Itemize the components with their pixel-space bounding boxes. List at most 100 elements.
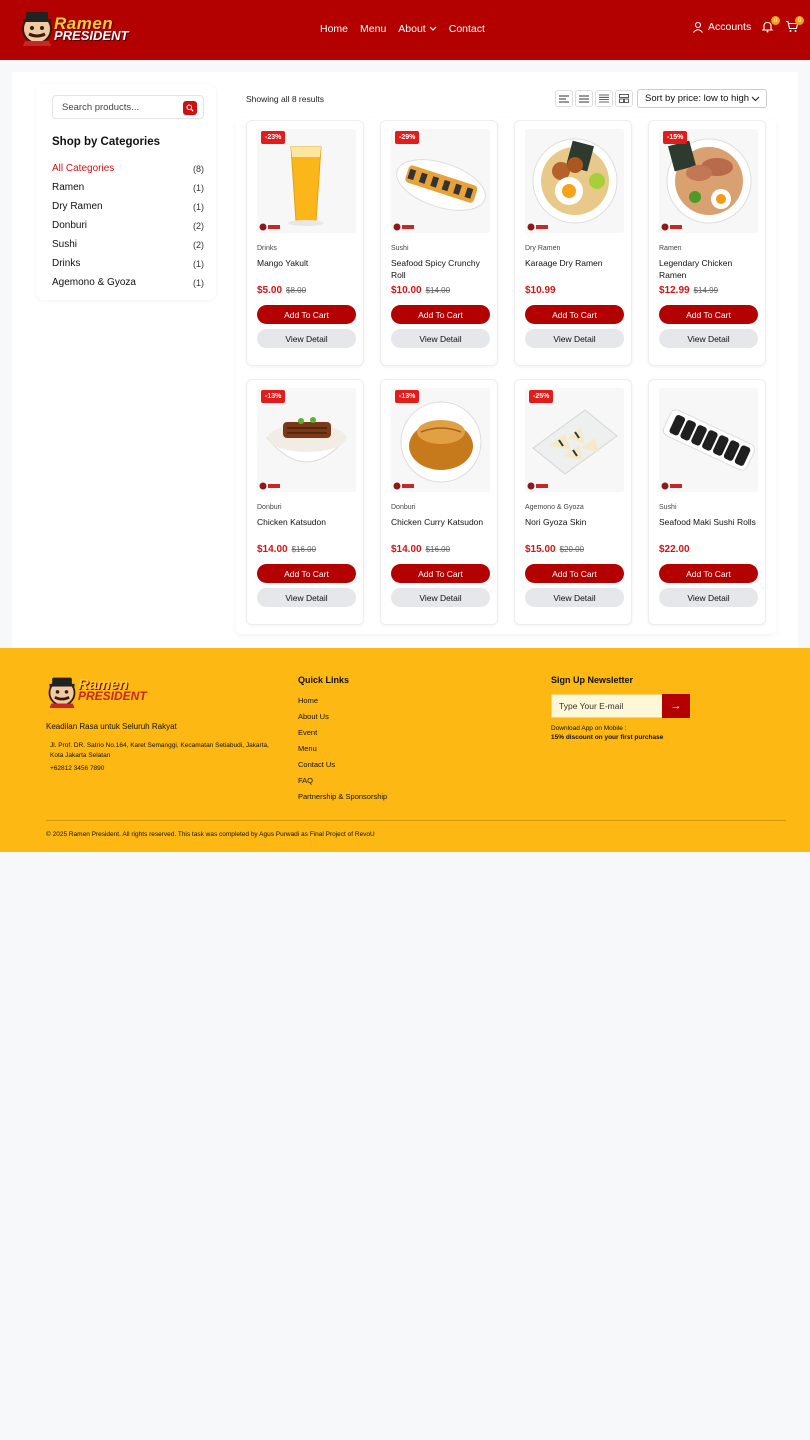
chevron-down-icon bbox=[429, 26, 437, 31]
category-item-drinks[interactable]: Drinks (1) bbox=[52, 254, 204, 273]
product-category: Donburi bbox=[257, 504, 282, 511]
quick-link-menu[interactable]: Menu bbox=[298, 744, 387, 760]
chevron-down-icon bbox=[751, 96, 760, 101]
product-name[interactable]: Karaage Dry Ramen bbox=[525, 257, 627, 269]
quick-link-contact-us[interactable]: Contact Us bbox=[298, 760, 387, 776]
quick-link-partnership[interactable]: Partnership & Sponsorship bbox=[298, 792, 387, 808]
view-list-button[interactable] bbox=[575, 90, 593, 107]
product-name[interactable]: Legendary Chicken Ramen bbox=[659, 257, 761, 281]
accounts-link[interactable]: Accounts bbox=[708, 21, 751, 33]
add-to-cart-button[interactable]: Add To Cart bbox=[659, 564, 758, 583]
sort-select[interactable]: Sort by price: low to high bbox=[637, 89, 767, 108]
product-image[interactable] bbox=[391, 129, 490, 233]
category-item-agemono-gyoza[interactable]: Agemono & Gyoza (1) bbox=[52, 273, 204, 292]
quick-link-event[interactable]: Event bbox=[298, 728, 387, 744]
quick-link-about-us[interactable]: About Us bbox=[298, 712, 387, 728]
main-nav: Home Menu About Contact bbox=[320, 23, 485, 35]
list-icon bbox=[579, 95, 589, 102]
newsletter-email-input[interactable]: Type Your E-mail bbox=[551, 694, 663, 718]
category-item-donburi[interactable]: Donburi (2) bbox=[52, 216, 204, 235]
product-card: Sushi Seafood Maki Sushi Rolls $22.00 Ad… bbox=[648, 379, 766, 625]
add-to-cart-button[interactable]: Add To Cart bbox=[391, 564, 490, 583]
nav-about[interactable]: About bbox=[398, 23, 437, 35]
copyright-text: © 2025 Ramen President. All rights reser… bbox=[46, 831, 375, 838]
view-mode-switcher bbox=[555, 90, 633, 107]
product-image[interactable] bbox=[525, 129, 624, 233]
footer-divider bbox=[46, 820, 786, 821]
product-name[interactable]: Seafood Maki Sushi Rolls bbox=[659, 516, 761, 528]
quick-link-home[interactable]: Home bbox=[298, 696, 387, 712]
product-image[interactable] bbox=[659, 388, 758, 492]
view-compact-button[interactable] bbox=[595, 90, 613, 107]
view-list-short-button[interactable] bbox=[555, 90, 573, 107]
add-to-cart-button[interactable]: Add To Cart bbox=[391, 305, 490, 324]
view-detail-button[interactable]: View Detail bbox=[257, 329, 356, 348]
view-detail-button[interactable]: View Detail bbox=[659, 588, 758, 607]
notifications-button[interactable]: 0 bbox=[761, 16, 781, 34]
original-price: $20.00 bbox=[559, 545, 585, 554]
product-name[interactable]: Mango Yakult bbox=[257, 257, 359, 269]
brand-watermark-icon bbox=[393, 223, 414, 231]
search-input[interactable]: Search products... bbox=[62, 102, 139, 113]
add-to-cart-button[interactable]: Add To Cart bbox=[659, 305, 758, 324]
view-detail-button[interactable]: View Detail bbox=[659, 329, 758, 348]
product-name[interactable]: Chicken Katsudon bbox=[257, 516, 359, 528]
brand-watermark-icon bbox=[259, 223, 280, 231]
original-price: $8.00 bbox=[286, 286, 307, 295]
nav-home[interactable]: Home bbox=[320, 23, 348, 35]
user-icon[interactable] bbox=[692, 21, 704, 33]
quick-link-faq[interactable]: FAQ bbox=[298, 776, 387, 792]
product-image[interactable] bbox=[257, 388, 356, 492]
search-button[interactable] bbox=[183, 101, 197, 115]
product-category: Dry Ramen bbox=[525, 245, 561, 252]
search-box[interactable]: Search products... bbox=[52, 95, 204, 119]
product-price: $15.00 $20.00 bbox=[525, 544, 584, 555]
brand-logo[interactable]: Ramen PRESIDENT bbox=[20, 8, 128, 48]
product-name[interactable]: Nori Gyoza Skin bbox=[525, 516, 627, 528]
brand-watermark-icon bbox=[259, 482, 280, 490]
katsudon-icon bbox=[257, 388, 356, 492]
cart-button[interactable]: 0 bbox=[785, 16, 805, 34]
category-name: All Categories bbox=[52, 163, 115, 174]
product-image[interactable] bbox=[525, 388, 624, 492]
category-count: (1) bbox=[193, 182, 204, 193]
view-detail-button[interactable]: View Detail bbox=[391, 588, 490, 607]
category-item-all[interactable]: All Categories (8) bbox=[52, 159, 204, 178]
nav-contact[interactable]: Contact bbox=[449, 23, 485, 35]
category-item-sushi[interactable]: Sushi (2) bbox=[52, 235, 204, 254]
discount-badge: -13% bbox=[261, 390, 286, 403]
view-detail-button[interactable]: View Detail bbox=[525, 329, 624, 348]
notification-badge: 0 bbox=[771, 16, 781, 25]
category-count: (1) bbox=[193, 201, 204, 212]
view-detail-button[interactable]: View Detail bbox=[391, 329, 490, 348]
current-price: $22.00 bbox=[659, 544, 690, 555]
product-image[interactable] bbox=[257, 129, 356, 233]
footer-logo[interactable]: Ramen PRESIDENT bbox=[46, 674, 147, 710]
footer-address: Jl. Prof. DR. Satrio No.164, Karet Seman… bbox=[50, 742, 269, 759]
brand-watermark-icon bbox=[527, 482, 548, 490]
add-to-cart-button[interactable]: Add To Cart bbox=[257, 564, 356, 583]
newsletter-submit-button[interactable]: → bbox=[662, 694, 690, 718]
product-name[interactable]: Chicken Curry Katsudon bbox=[391, 516, 493, 528]
product-category: Sushi bbox=[659, 504, 677, 511]
product-name[interactable]: Seafood Spicy Crunchy Roll bbox=[391, 257, 493, 281]
discount-badge: -13% bbox=[395, 390, 420, 403]
product-category: Ramen bbox=[659, 245, 682, 252]
view-grid-button[interactable] bbox=[615, 90, 633, 107]
product-image[interactable] bbox=[391, 388, 490, 492]
nav-menu[interactable]: Menu bbox=[360, 23, 386, 35]
category-item-ramen[interactable]: Ramen (1) bbox=[52, 178, 204, 197]
current-price: $12.99 bbox=[659, 285, 690, 296]
add-to-cart-button[interactable]: Add To Cart bbox=[525, 305, 624, 324]
view-detail-button[interactable]: View Detail bbox=[257, 588, 356, 607]
quick-links-list: Home About Us Event Menu Contact Us FAQ … bbox=[298, 696, 387, 808]
product-image[interactable] bbox=[659, 129, 758, 233]
brand-watermark-icon bbox=[393, 482, 414, 490]
product-price: $12.99 $14.99 bbox=[659, 285, 718, 296]
category-item-dry-ramen[interactable]: Dry Ramen (1) bbox=[52, 197, 204, 216]
add-to-cart-button[interactable]: Add To Cart bbox=[257, 305, 356, 324]
view-detail-button[interactable]: View Detail bbox=[525, 588, 624, 607]
sushi-roll-icon bbox=[391, 129, 490, 233]
footer-phone: +62812 3456 7890 bbox=[50, 765, 105, 772]
add-to-cart-button[interactable]: Add To Cart bbox=[525, 564, 624, 583]
